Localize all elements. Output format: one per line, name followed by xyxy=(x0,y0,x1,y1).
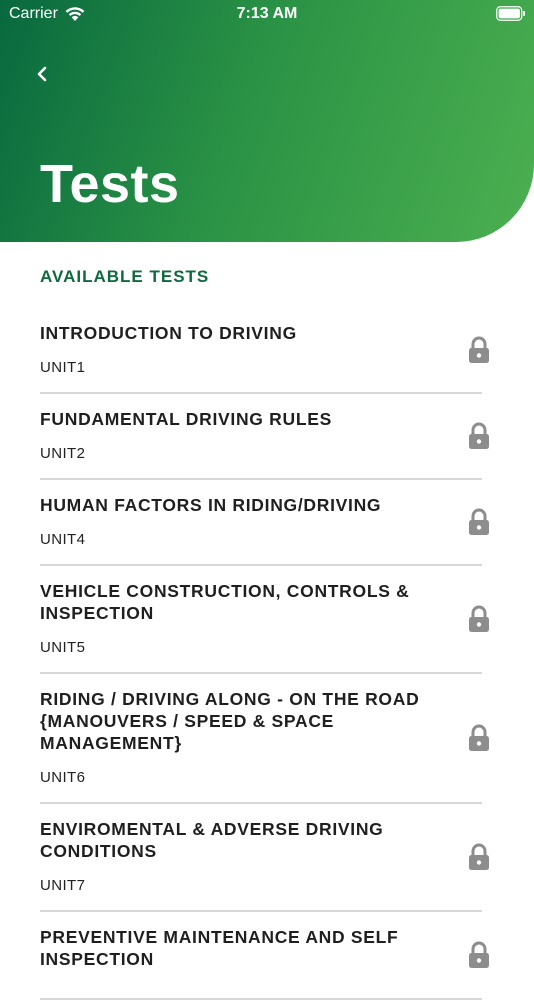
lock-icon xyxy=(469,724,489,751)
status-time: 7:13 AM xyxy=(236,5,298,22)
test-title: HUMAN FACTORS IN RIDING/DRIVING xyxy=(40,495,382,515)
test-item[interactable]: FUNDAMENTAL DRIVING RULES UNIT2 xyxy=(40,394,489,480)
lock-icon xyxy=(469,336,489,363)
test-item[interactable]: VEHICLE CONSTRUCTION, CONTROLS & INSPECT… xyxy=(40,566,489,674)
test-unit: UNIT4 xyxy=(40,531,86,548)
lock-icon xyxy=(469,508,489,535)
test-title: VEHICLE CONSTRUCTION, CONTROLS & INSPECT… xyxy=(40,581,410,623)
test-item[interactable]: ENVIROMENTAL & ADVERSE DRIVING CONDITION… xyxy=(40,804,489,912)
status-bar: Carrier 7:13 AM xyxy=(0,0,534,28)
lock-icon xyxy=(469,422,489,449)
chevron-left-icon xyxy=(37,66,47,82)
test-unit: UNIT7 xyxy=(40,877,86,894)
section-title: AVAILABLE TESTS xyxy=(40,267,210,286)
lock-icon xyxy=(469,605,489,632)
test-title: INTRODUCTION TO DRIVING xyxy=(40,323,297,343)
test-title: PREVENTIVE MAINTENANCE AND SELF INSPECTI… xyxy=(40,927,399,969)
test-unit: UNIT1 xyxy=(40,359,86,376)
test-unit: UNIT6 xyxy=(40,769,86,786)
lock-icon xyxy=(469,941,489,968)
test-item[interactable]: RIDING / DRIVING ALONG - ON THE ROAD {MA… xyxy=(40,674,489,804)
tests-list: INTRODUCTION TO DRIVING UNIT1 FUNDAMENTA… xyxy=(0,308,534,1000)
test-title: ENVIROMENTAL & ADVERSE DRIVING CONDITION… xyxy=(40,819,384,861)
test-unit: UNIT5 xyxy=(40,639,86,656)
test-title: FUNDAMENTAL DRIVING RULES xyxy=(40,409,332,429)
page-title: Tests xyxy=(40,154,180,214)
test-item[interactable]: HUMAN FACTORS IN RIDING/DRIVING UNIT4 xyxy=(40,480,489,566)
test-title: RIDING / DRIVING ALONG - ON THE ROAD {MA… xyxy=(40,689,420,753)
header: Carrier 7:13 AM Tests xyxy=(0,0,534,242)
back-button[interactable] xyxy=(28,58,56,90)
battery-icon xyxy=(496,6,525,21)
test-item[interactable]: PREVENTIVE MAINTENANCE AND SELF INSPECTI… xyxy=(40,912,489,1000)
test-item[interactable]: INTRODUCTION TO DRIVING UNIT1 xyxy=(40,308,489,394)
test-unit: UNIT2 xyxy=(40,445,86,462)
lock-icon xyxy=(469,843,489,870)
